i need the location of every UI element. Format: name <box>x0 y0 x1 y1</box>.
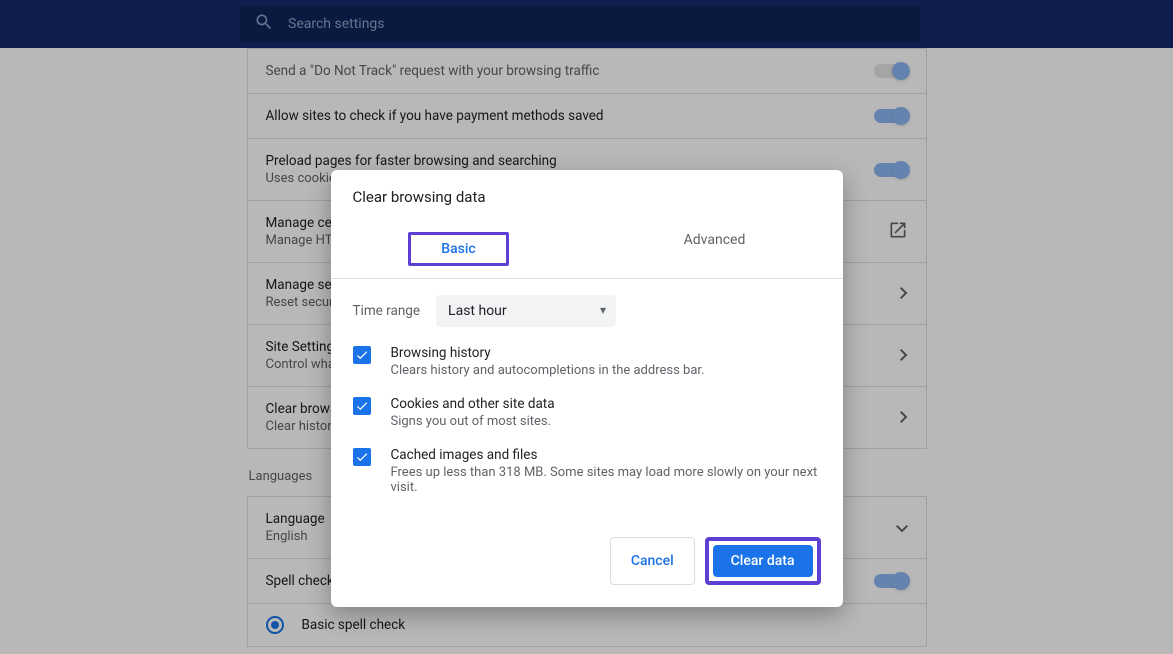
check-title: Cached images and files <box>391 447 821 463</box>
checkbox-icon[interactable] <box>353 346 371 364</box>
check-title: Browsing history <box>391 345 705 361</box>
time-range-label: Time range <box>353 303 421 319</box>
check-browsing-history[interactable]: Browsing history Clears history and auto… <box>353 345 821 378</box>
clear-data-dialog: Clear browsing data Basic Advanced Time … <box>331 170 843 607</box>
check-title: Cookies and other site data <box>391 396 555 412</box>
tab-basic[interactable]: Basic <box>331 220 587 278</box>
check-subtitle: Clears history and autocompletions in th… <box>391 363 705 378</box>
check-cookies[interactable]: Cookies and other site data Signs you ou… <box>353 396 821 429</box>
clear-data-highlight: Clear data <box>705 537 821 585</box>
dialog-title: Clear browsing data <box>331 170 843 220</box>
clear-data-button[interactable]: Clear data <box>713 545 813 577</box>
check-subtitle: Signs you out of most sites. <box>391 414 555 429</box>
check-cache[interactable]: Cached images and files Frees up less th… <box>353 447 821 495</box>
cancel-button[interactable]: Cancel <box>610 537 695 585</box>
modal-overlay[interactable]: Clear browsing data Basic Advanced Time … <box>0 0 1173 654</box>
tab-advanced[interactable]: Advanced <box>587 220 843 278</box>
checkbox-icon[interactable] <box>353 448 371 466</box>
check-subtitle: Frees up less than 318 MB. Some sites ma… <box>391 465 821 495</box>
time-range-select[interactable]: Last hour <box>436 295 616 327</box>
dialog-footer: Cancel Clear data <box>331 523 843 607</box>
dialog-tabs: Basic Advanced <box>331 220 843 279</box>
checkbox-icon[interactable] <box>353 397 371 415</box>
time-range-row: Time range Last hour <box>353 295 821 327</box>
